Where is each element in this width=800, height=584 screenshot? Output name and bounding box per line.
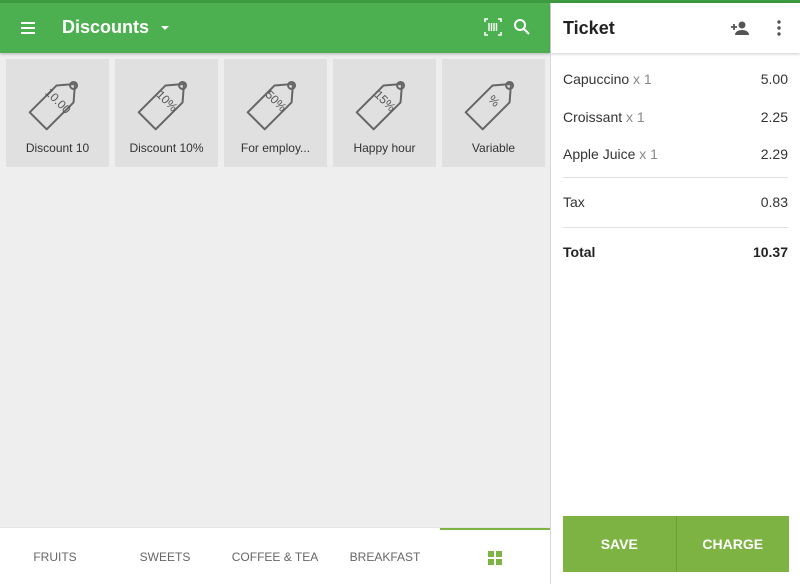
discount-tile[interactable]: 10% Discount 10% [115,59,218,167]
catalog-pane: Discounts 10.00 Discount 10 10% Discount… [0,0,550,584]
page-title: Discounts [62,17,150,37]
discount-label: Happy hour [353,141,416,155]
price-tag-icon: 10.00 [28,80,79,131]
svg-text:15%: 15% [372,88,399,115]
tax-label: Tax [563,194,585,210]
tab-fruits[interactable]: FRUITS [0,528,110,584]
divider [563,177,788,178]
tab-coffee-tea[interactable]: COFFEE & TEA [220,528,330,584]
tab-discounts[interactable] [440,528,550,584]
ticket-line-item[interactable]: Croissant x 1 2.25 [563,109,788,125]
ticket-pane: Ticket Capuccino x 1 5.00 Croissant x 1 … [550,3,800,584]
price-tag-icon: 15% [355,80,406,131]
tab-breakfast[interactable]: BREAKFAST [330,528,440,584]
item-qty: x 1 [633,71,652,87]
discount-tile[interactable]: 15% Happy hour [333,59,436,167]
total-label: Total [563,244,596,260]
ticket-line-item[interactable]: Capuccino x 1 5.00 [563,71,788,87]
tab-sweets[interactable]: SWEETS [110,528,220,584]
category-tabs: FRUITS SWEETS COFFEE & TEA BREAKFAST [0,527,550,584]
price-tag-icon: % [464,80,515,131]
divider [563,227,788,228]
item-qty: x 1 [639,146,658,162]
item-price: 2.25 [760,109,788,125]
price-tag-icon: 10% [137,80,188,131]
item-price: 2.29 [760,146,788,162]
charge-button[interactable]: CHARGE [675,516,789,572]
svg-text:50%: 50% [263,88,290,115]
ticket-line-item[interactable]: Apple Juice x 1 2.29 [563,146,788,162]
item-price: 5.00 [760,71,788,87]
tax-value: 0.83 [760,194,788,210]
add-customer-icon[interactable] [729,17,751,44]
dropdown-caret-icon [161,25,170,30]
more-vert-icon[interactable] [769,17,789,44]
category-selector[interactable]: Discounts [62,17,170,38]
discount-tile[interactable]: 10.00 Discount 10 [6,59,109,167]
svg-text:10.00: 10.00 [42,85,73,116]
item-name: Capuccino [563,71,630,87]
svg-text:%: % [485,92,503,110]
ticket-header: Ticket [551,3,800,53]
item-name: Apple Juice [563,146,636,162]
discount-grid: 10.00 Discount 10 10% Discount 10% 50% F… [6,59,545,167]
discount-label: For employ... [240,141,311,155]
svg-text:10%: 10% [154,88,181,115]
total-row: Total 10.37 [563,244,788,260]
item-name: Croissant [563,109,623,125]
save-button[interactable]: SAVE [563,516,676,572]
total-value: 10.37 [752,244,788,260]
top-app-bar: Discounts [0,3,550,53]
price-tag-icon: 50% [246,80,297,131]
item-qty: x 1 [626,109,645,125]
ticket-actions: SAVE CHARGE [563,516,789,572]
tax-row: Tax 0.83 [563,194,788,210]
discount-tile[interactable]: % Variable [442,59,545,167]
discount-tile[interactable]: 50% For employ... [224,59,327,167]
barcode-scanner-icon[interactable] [482,16,504,38]
search-icon[interactable] [511,16,533,38]
ticket-title: Ticket [563,18,615,38]
pos-app: Discounts 10.00 Discount 10 10% Discount… [0,0,800,584]
menu-icon[interactable] [16,16,40,40]
discount-label: Discount 10% [129,141,204,155]
grid-icon [488,550,502,565]
discount-label: Variable [471,141,516,155]
discount-label: Discount 10 [25,141,90,155]
